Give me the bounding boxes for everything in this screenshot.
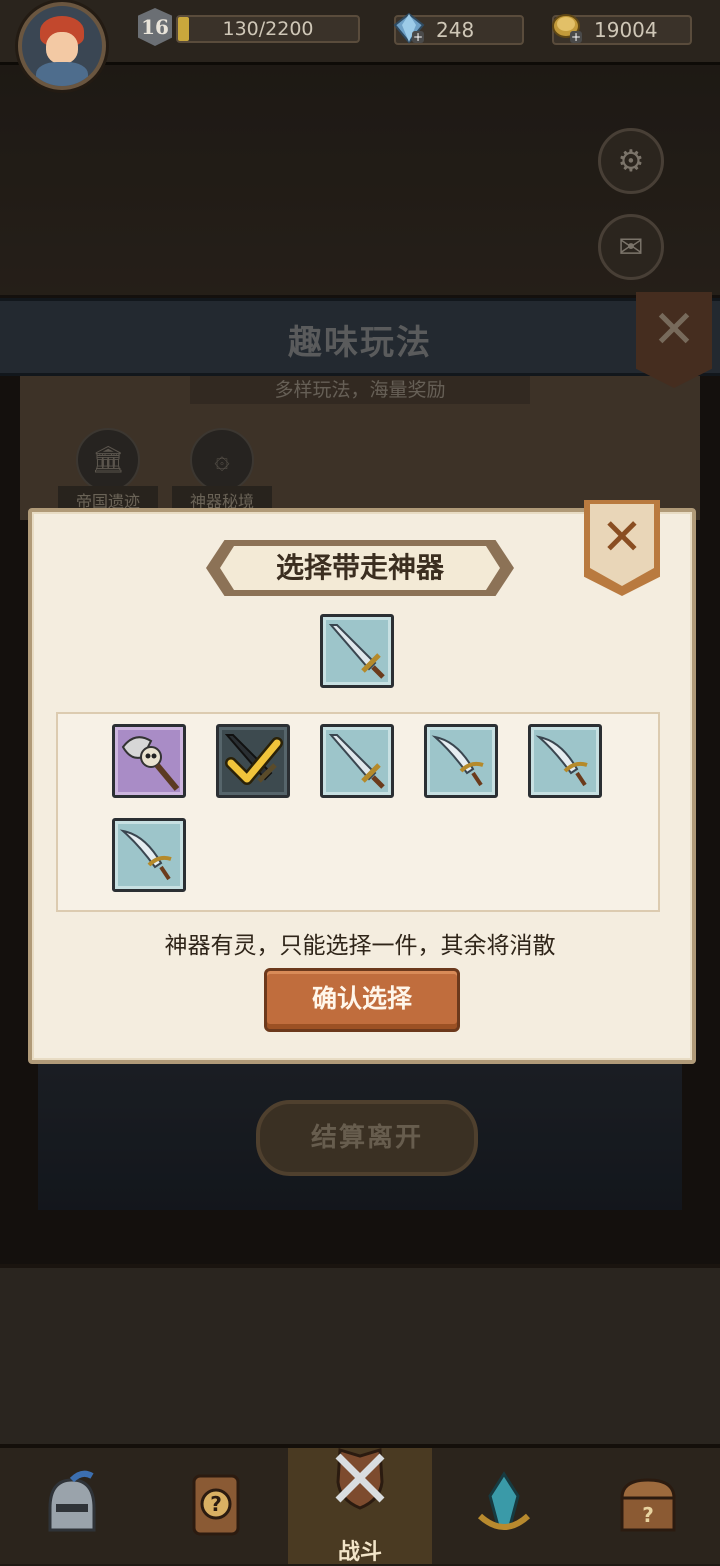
gold-plus-icon: + (552, 14, 582, 44)
artifact-slot[interactable] (112, 818, 186, 892)
modal-title-plate: 选择带走神器 (206, 540, 514, 596)
bottom-nav: ? 战斗 ? (0, 1444, 720, 1565)
nav-item-cards[interactable]: ? (144, 1448, 288, 1564)
svg-text:?: ? (210, 1492, 222, 1516)
artifact-slot[interactable] (320, 724, 394, 798)
skull-axe-icon (121, 736, 180, 791)
gold-amount: 19004 (594, 18, 658, 42)
nav-item-heroes[interactable] (0, 1448, 144, 1564)
svg-text:?: ? (642, 1503, 654, 1527)
artifact-slot[interactable] (112, 724, 186, 798)
checkmark-icon (225, 737, 283, 785)
artifact-slot[interactable] (424, 724, 498, 798)
crystal-icon (477, 1471, 531, 1530)
nav-battle-label: 战斗 (337, 1540, 382, 1565)
modal-title: 选择带走神器 (275, 551, 444, 584)
level-number: 16 (141, 15, 169, 39)
knight-helmet-icon (48, 1470, 96, 1532)
confirm-selection-label: 确认选择 (311, 984, 412, 1013)
nav-item-chest[interactable]: ? (576, 1448, 720, 1564)
curved-blade-icon (431, 735, 484, 787)
xp-bar: 130/2200 (176, 15, 360, 43)
silver-sword-icon (328, 624, 385, 679)
curved-blade-icon (119, 829, 172, 881)
player-avatar[interactable] (18, 2, 106, 90)
avatar-shirt (36, 62, 88, 86)
silver-sword-icon (328, 734, 385, 789)
gem-amount: 248 (436, 18, 475, 42)
mystery-card-icon: ? (192, 1474, 240, 1536)
xp-text: 130/2200 (222, 18, 314, 40)
gem-counter[interactable]: + 248 (393, 12, 524, 45)
lower-background (0, 1264, 720, 1448)
confirm-selection-button[interactable]: 确认选择 (264, 968, 460, 1032)
close-icon: ✕ (601, 508, 643, 566)
artifact-slot[interactable] (528, 724, 602, 798)
modal-close-button[interactable]: ✕ (584, 500, 660, 596)
crossed-swords-icon (335, 1448, 385, 1510)
gem-plus-icon: + (393, 12, 425, 44)
nav-item-battle[interactable]: 战斗 (288, 1448, 432, 1565)
curved-blade-icon (535, 735, 588, 787)
artifact-slot-selected[interactable] (216, 724, 290, 798)
selected-artifact-slot (320, 614, 394, 688)
treasure-chest-icon: ? (620, 1478, 676, 1532)
gold-counter[interactable]: + 19004 (552, 14, 692, 45)
svg-text:+: + (571, 30, 581, 44)
avatar-face (46, 32, 78, 64)
modal-hint-text: 神器有灵，只能选择一件，其余将消散 (164, 933, 556, 959)
svg-text:+: + (413, 30, 423, 44)
nav-item-crystal[interactable] (432, 1448, 576, 1564)
